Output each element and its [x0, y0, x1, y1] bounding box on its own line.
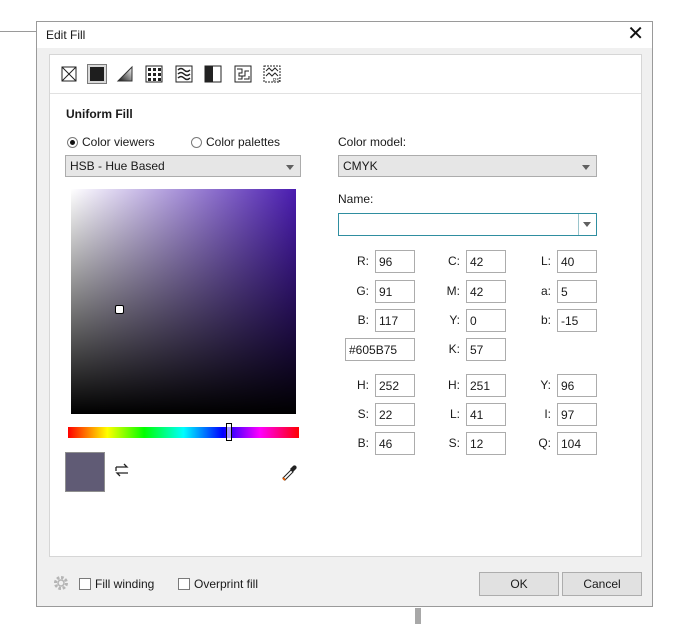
- c-field[interactable]: 42: [466, 250, 506, 273]
- vector-pattern-fill-icon[interactable]: [144, 64, 164, 84]
- close-icon[interactable]: ✕: [627, 23, 644, 45]
- lab-b-field[interactable]: -15: [557, 309, 597, 332]
- background-bar: [415, 608, 421, 624]
- fill-winding-checkbox[interactable]: [79, 578, 91, 590]
- toolbar-separator: [50, 93, 641, 94]
- m-label: M:: [446, 284, 460, 298]
- hls-s-field[interactable]: 12: [466, 432, 506, 455]
- hsb-b-field[interactable]: 46: [375, 432, 415, 455]
- bitmap-pattern-fill-icon[interactable]: [174, 64, 194, 84]
- chevron-down-icon: [286, 165, 294, 170]
- hue-slider[interactable]: [68, 427, 299, 438]
- name-label: Name:: [338, 192, 374, 206]
- yiq-i-label: I:: [544, 407, 551, 421]
- k-field[interactable]: 57: [466, 338, 506, 361]
- hex-field[interactable]: #605B75: [345, 338, 415, 361]
- color-square[interactable]: [71, 189, 296, 414]
- fill-heading: Uniform Fill: [66, 107, 133, 121]
- yiq-q-field[interactable]: 104: [557, 432, 597, 455]
- hls-s-label: S:: [448, 436, 460, 450]
- hsb-s-field[interactable]: 22: [375, 403, 415, 426]
- fill-panel: PS Uniform Fill Color viewers Color pale…: [49, 54, 642, 557]
- texture-fill-icon[interactable]: [233, 64, 253, 84]
- b-label: B:: [357, 313, 369, 327]
- edit-fill-dialog: Edit Fill ✕ PS Uniform Fill Color viewer…: [36, 21, 653, 607]
- overprint-fill-checkbox[interactable]: [178, 578, 190, 590]
- y-field[interactable]: 0: [466, 309, 506, 332]
- hls-h-field[interactable]: 251: [466, 374, 506, 397]
- color-model-select[interactable]: CMYK: [338, 155, 597, 177]
- two-color-pattern-fill-icon[interactable]: [203, 64, 223, 84]
- color-picker-handle[interactable]: [115, 305, 124, 314]
- lab-a-field[interactable]: 5: [557, 280, 597, 303]
- overprint-fill-label: Overprint fill: [194, 577, 259, 591]
- hls-l-field[interactable]: 41: [466, 403, 506, 426]
- color-viewers-radio[interactable]: [67, 137, 78, 148]
- y-label: Y:: [449, 313, 460, 327]
- postscript-fill-icon[interactable]: PS: [262, 64, 282, 84]
- chevron-down-icon[interactable]: [578, 214, 596, 235]
- g-field[interactable]: 91: [375, 280, 415, 303]
- bottom-bar: Fill winding Overprint fill OK Cancel: [37, 567, 652, 607]
- ok-button[interactable]: OK: [479, 572, 559, 596]
- r-label: R:: [357, 254, 369, 268]
- hsb-b-label: B:: [357, 436, 369, 450]
- yiq-y-label: Y:: [540, 378, 551, 392]
- c-label: C:: [448, 254, 460, 268]
- viewer-type-value: HSB - Hue Based: [70, 159, 165, 173]
- fill-winding-label: Fill winding: [95, 577, 155, 591]
- color-viewers-label: Color viewers: [82, 135, 155, 149]
- yiq-y-field[interactable]: 96: [557, 374, 597, 397]
- hls-l-label: L:: [449, 407, 460, 421]
- dialog-title: Edit Fill: [46, 28, 86, 42]
- fountain-fill-icon[interactable]: [115, 64, 135, 84]
- uniform-fill-icon[interactable]: [87, 64, 107, 84]
- chevron-down-icon: [582, 165, 590, 170]
- color-swatch: [65, 452, 105, 492]
- swap-icon[interactable]: [113, 461, 131, 479]
- lab-l-field[interactable]: 40: [557, 250, 597, 273]
- hue-slider-handle[interactable]: [226, 423, 232, 441]
- b-field[interactable]: 117: [375, 309, 415, 332]
- yiq-i-field[interactable]: 97: [557, 403, 597, 426]
- background-line: [0, 31, 38, 32]
- svg-text:PS: PS: [273, 78, 280, 84]
- viewer-type-select[interactable]: HSB - Hue Based: [65, 155, 301, 177]
- no-fill-icon[interactable]: [59, 64, 79, 84]
- hsb-h-label: H:: [357, 378, 369, 392]
- brightness-gradient: [71, 189, 296, 414]
- r-field[interactable]: 96: [375, 250, 415, 273]
- color-palettes-radio[interactable]: [191, 137, 202, 148]
- eyedropper-icon[interactable]: [280, 463, 298, 481]
- lab-b-label: b:: [540, 313, 551, 327]
- color-palettes-label: Color palettes: [206, 135, 281, 149]
- lab-a-label: a:: [540, 284, 551, 298]
- k-label: K:: [448, 342, 460, 356]
- color-model-label: Color model:: [338, 135, 407, 149]
- cancel-button[interactable]: Cancel: [562, 572, 642, 596]
- title-bar: Edit Fill ✕: [37, 22, 652, 48]
- name-field[interactable]: [338, 213, 597, 236]
- g-label: G:: [356, 284, 369, 298]
- hsb-h-field[interactable]: 252: [375, 374, 415, 397]
- color-model-value: CMYK: [343, 159, 378, 173]
- gear-icon[interactable]: [52, 574, 70, 592]
- m-field[interactable]: 42: [466, 280, 506, 303]
- hsb-s-label: S:: [357, 407, 369, 421]
- yiq-q-label: Q:: [538, 436, 551, 450]
- lab-l-label: L:: [540, 254, 551, 268]
- hls-h-label: H:: [448, 378, 460, 392]
